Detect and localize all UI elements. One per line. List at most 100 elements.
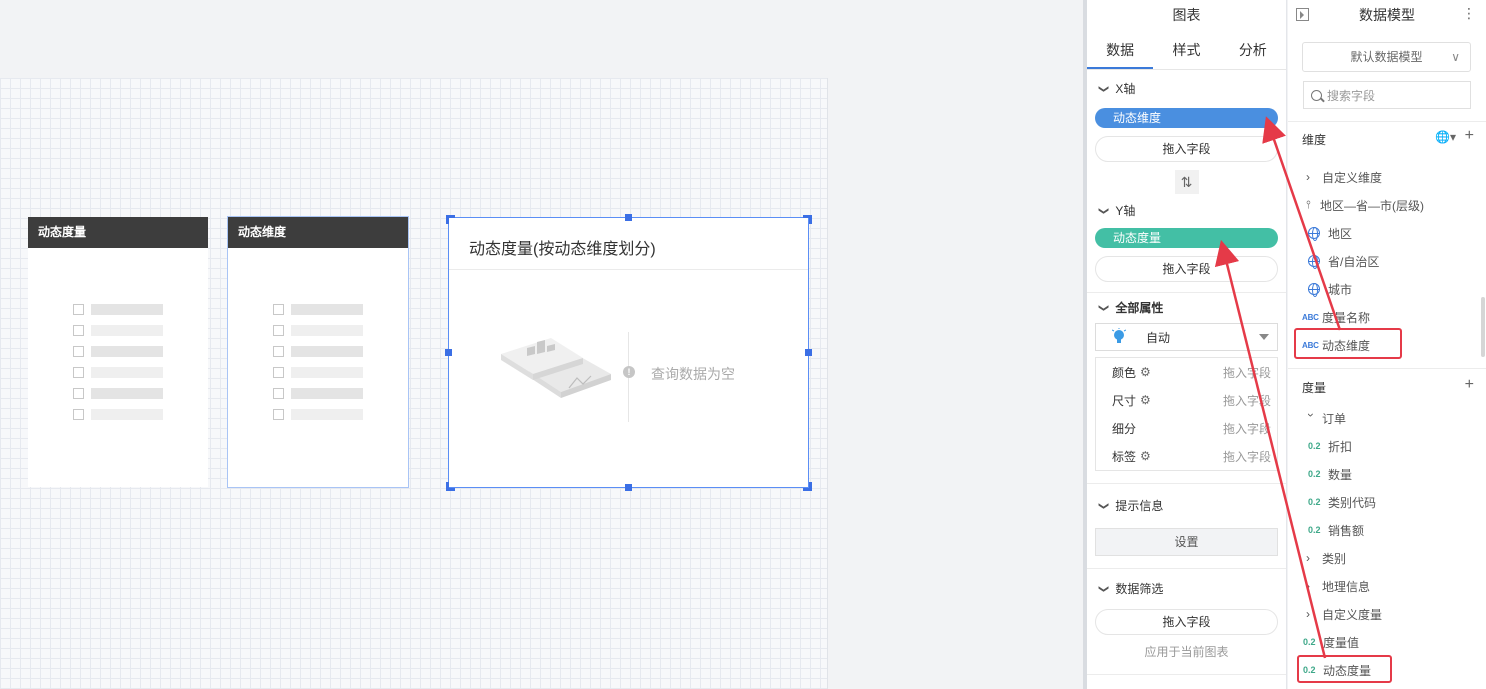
checkbox-placeholder bbox=[273, 367, 284, 378]
collapse-panel-icon[interactable] bbox=[1296, 8, 1309, 21]
gear-icon[interactable]: ⚙ bbox=[1140, 365, 1151, 379]
empty-state-text: 查询数据为空 bbox=[651, 366, 735, 382]
measure-folder[interactable]: › 类别 bbox=[1288, 544, 1486, 572]
chevron-right-icon: › bbox=[1306, 170, 1310, 184]
highlight-box bbox=[1297, 655, 1392, 683]
chevron-down-icon: ❯ bbox=[1098, 501, 1110, 511]
measure-field[interactable]: 0.2 度量值 bbox=[1288, 628, 1486, 656]
placeholder-bar bbox=[91, 367, 163, 378]
add-dimension-icon[interactable]: + bbox=[1465, 128, 1474, 144]
dimension-hierarchy[interactable]: ⫯ 地区—省—市(层级) bbox=[1288, 191, 1486, 219]
measure-field[interactable]: 0.2 销售额 bbox=[1288, 516, 1486, 544]
divider bbox=[1288, 368, 1486, 369]
add-measure-icon[interactable]: + bbox=[1465, 377, 1474, 393]
gear-icon[interactable]: ⚙ bbox=[1140, 393, 1151, 407]
checkbox-placeholder bbox=[73, 346, 84, 357]
chart-type-select[interactable]: 自动 bbox=[1095, 323, 1278, 351]
section-header[interactable]: ❯ 全部属性 bbox=[1095, 293, 1278, 323]
filter-card-dimension[interactable]: 动态维度 bbox=[227, 216, 409, 488]
x-axis-field-pill[interactable]: 动态维度 bbox=[1095, 108, 1278, 128]
filter-drop-zone[interactable]: 拖入字段 bbox=[1095, 609, 1278, 635]
filter-card-title: 动态度量 bbox=[28, 217, 208, 248]
chevron-down-icon: ❯ bbox=[1098, 206, 1110, 216]
checkbox-placeholder bbox=[273, 388, 284, 399]
tab-analysis[interactable]: 分析 bbox=[1220, 30, 1286, 69]
checkbox-placeholder bbox=[273, 346, 284, 357]
resize-handle-bottom-right[interactable] bbox=[803, 482, 812, 491]
lightbulb-icon bbox=[1112, 328, 1126, 343]
placeholder-bar bbox=[91, 325, 163, 336]
dimension-field[interactable]: 省/自治区 bbox=[1288, 247, 1486, 275]
dimension-folder[interactable]: › 自定义维度 bbox=[1288, 163, 1486, 191]
data-filter-section: ❯ 数据筛选 拖入字段 应用于当前图表 bbox=[1087, 569, 1286, 675]
resize-handle-top[interactable] bbox=[625, 214, 632, 221]
placeholder-bar bbox=[291, 388, 363, 399]
y-axis-field-pill[interactable]: 动态度量 bbox=[1095, 228, 1278, 248]
field-search-input[interactable]: 搜索字段 bbox=[1303, 81, 1471, 109]
empty-chart-illustration bbox=[501, 338, 611, 398]
globe-icon bbox=[1308, 255, 1320, 269]
tooltip-section: ❯ 提示信息 设置 bbox=[1087, 484, 1286, 569]
resize-handle-top-left[interactable] bbox=[446, 215, 455, 224]
chart-card[interactable]: 动态度量(按动态维度划分) ! 查询数据为空 bbox=[445, 214, 812, 491]
chevron-down-icon: ❯ bbox=[1098, 84, 1110, 94]
apply-scope-text: 应用于当前图表 bbox=[1144, 645, 1229, 659]
more-icon[interactable]: ⋮ bbox=[1462, 6, 1476, 20]
number-type-icon: 0.2 bbox=[1308, 497, 1321, 507]
property-row-size[interactable]: 尺寸 ⚙ 拖入字段 bbox=[1096, 386, 1277, 414]
globe-menu-icon[interactable]: 🌐▾ bbox=[1435, 130, 1456, 144]
globe-icon bbox=[1308, 283, 1320, 297]
filter-card-measure[interactable]: 动态度量 bbox=[28, 217, 208, 487]
data-model-select[interactable]: 默认数据模型 ∨ bbox=[1302, 42, 1471, 72]
property-row-label[interactable]: 标签 ⚙ 拖入字段 bbox=[1096, 442, 1277, 470]
scrollbar-thumb[interactable] bbox=[1481, 297, 1485, 357]
property-row-detail[interactable]: 细分 拖入字段 bbox=[1096, 414, 1277, 442]
resize-handle-right[interactable] bbox=[805, 349, 812, 356]
measure-folder[interactable]: › 自定义度量 bbox=[1288, 600, 1486, 628]
measure-folder[interactable]: › 订单 bbox=[1288, 404, 1486, 432]
chart-config-panel: 图表 数据 样式 分析 ❯ X轴 动态维度 拖入字段 ⇅ ❯ Y轴 动态度量 拖入字… bbox=[1087, 0, 1287, 689]
info-icon: ! bbox=[623, 366, 635, 378]
tooltip-settings-button[interactable]: 设置 bbox=[1095, 528, 1278, 556]
dimension-field[interactable]: 城市 bbox=[1288, 275, 1486, 303]
placeholder-bar bbox=[91, 346, 163, 357]
panel-title: 数据模型 bbox=[1359, 7, 1415, 23]
dimension-field[interactable]: 地区 bbox=[1288, 219, 1486, 247]
all-properties-section: ❯ 全部属性 自动 颜色 ⚙ 拖入字段 尺寸 ⚙ 拖入字段 细分 拖入字段 标签… bbox=[1087, 293, 1286, 484]
measure-folder[interactable]: › 地理信息 bbox=[1288, 572, 1486, 600]
x-axis-drop-zone[interactable]: 拖入字段 bbox=[1095, 136, 1278, 162]
dimension-field[interactable]: ABC 度量名称 bbox=[1288, 303, 1486, 331]
measure-field[interactable]: 0.2 折扣 bbox=[1288, 432, 1486, 460]
property-row-color[interactable]: 颜色 ⚙ 拖入字段 bbox=[1096, 358, 1277, 386]
chart-title: 动态度量(按动态维度划分) bbox=[449, 218, 808, 270]
highlight-box bbox=[1294, 328, 1402, 359]
swap-axes-icon[interactable]: ⇅ bbox=[1174, 170, 1199, 194]
checkbox-placeholder bbox=[73, 304, 84, 315]
section-header[interactable]: ❯ 提示信息 bbox=[1095, 484, 1278, 528]
measure-field[interactable]: 0.2 类别代码 bbox=[1288, 488, 1486, 516]
x-axis-section: ❯ X轴 动态维度 拖入字段 ⇅ bbox=[1087, 70, 1286, 194]
measure-field[interactable]: 0.2 数量 bbox=[1288, 460, 1486, 488]
data-model-panel: 数据模型 ⋮ 默认数据模型 ∨ 搜索字段 维度 🌐▾ + › 自定义维度 ⫯ 地区—… bbox=[1288, 0, 1486, 689]
section-header[interactable]: ❯ 数据筛选 bbox=[1095, 569, 1278, 609]
section-header[interactable]: ❯ Y轴 bbox=[1095, 194, 1278, 228]
property-list: 颜色 ⚙ 拖入字段 尺寸 ⚙ 拖入字段 细分 拖入字段 标签 ⚙ 拖入字段 bbox=[1095, 357, 1278, 471]
resize-handle-left[interactable] bbox=[445, 349, 452, 356]
empty-state: ! 查询数据为空 bbox=[499, 326, 779, 426]
data-model-header: 数据模型 ⋮ bbox=[1288, 0, 1486, 30]
placeholder-list bbox=[73, 299, 163, 425]
section-header[interactable]: ❯ X轴 bbox=[1095, 70, 1278, 108]
resize-handle-bottom[interactable] bbox=[625, 484, 632, 491]
config-tabs: 数据 样式 分析 bbox=[1087, 30, 1286, 70]
tab-style[interactable]: 样式 bbox=[1153, 30, 1219, 69]
gear-icon[interactable]: ⚙ bbox=[1140, 449, 1151, 463]
panel-title: 图表 bbox=[1172, 7, 1201, 23]
report-canvas-area: 动态度量 动态维度 动态度量(按动态维度划分) ! 查询数据为空 bbox=[0, 0, 1083, 689]
resize-handle-top-right[interactable] bbox=[803, 215, 812, 224]
y-axis-drop-zone[interactable]: 拖入字段 bbox=[1095, 256, 1278, 282]
tab-data[interactable]: 数据 bbox=[1087, 30, 1154, 69]
checkbox-placeholder bbox=[273, 409, 284, 420]
placeholder-bar bbox=[291, 325, 363, 336]
resize-handle-bottom-left[interactable] bbox=[446, 482, 455, 491]
chevron-down-icon: › bbox=[1304, 413, 1318, 417]
